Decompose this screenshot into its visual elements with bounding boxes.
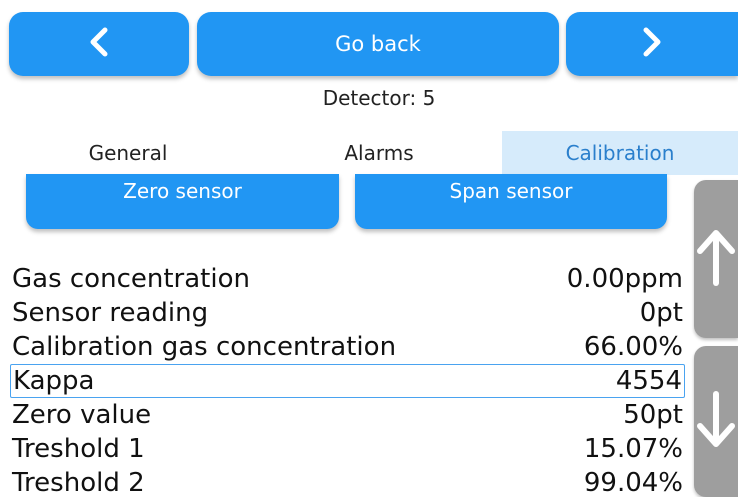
reading-kappa[interactable]: Kappa 4554	[10, 364, 685, 398]
reading-label: Treshold 1	[12, 434, 145, 464]
reading-label: Gas concentration	[12, 264, 250, 294]
next-detector-button[interactable]	[566, 12, 738, 76]
calibration-screen: Go back Detector: 5 General Alarms Calib…	[0, 0, 738, 497]
reading-value: 99.04%	[583, 468, 683, 497]
zero-sensor-label: Zero sensor	[123, 179, 242, 203]
reading-value: 4554	[615, 366, 682, 396]
tab-label: General	[88, 141, 168, 165]
tab-alarms[interactable]: Alarms	[256, 131, 502, 175]
span-sensor-button[interactable]: Span sensor	[355, 174, 667, 229]
reading-value: 0pt	[639, 298, 683, 328]
reading-sensor-reading[interactable]: Sensor reading 0pt	[10, 296, 685, 330]
reading-zero-value[interactable]: Zero value 50pt	[10, 398, 685, 432]
reading-label: Zero value	[12, 400, 152, 430]
reading-value: 66.00%	[583, 332, 683, 362]
tab-label: Alarms	[344, 141, 414, 165]
scroll-down-button[interactable]	[694, 346, 738, 497]
detector-label: Detector: 5	[322, 86, 436, 110]
tab-general[interactable]: General	[0, 131, 256, 175]
tab-label: Calibration	[565, 141, 675, 165]
reading-value: 50pt	[623, 400, 683, 430]
tab-calibration[interactable]: Calibration	[502, 131, 738, 175]
reading-label: Sensor reading	[12, 298, 209, 328]
arrow-down-icon	[696, 390, 736, 454]
arrow-up-icon	[696, 227, 736, 291]
reading-label: Calibration gas concentration	[12, 332, 397, 362]
chevron-left-icon	[88, 27, 110, 61]
reading-gas-concentration[interactable]: Gas concentration 0.00ppm	[10, 262, 685, 296]
reading-label: Kappa	[13, 366, 95, 396]
span-sensor-label: Span sensor	[449, 179, 573, 203]
go-back-button[interactable]: Go back	[197, 12, 559, 76]
reading-treshold-2[interactable]: Treshold 2 99.04%	[10, 466, 685, 497]
reading-value: 0.00ppm	[566, 264, 683, 294]
reading-treshold-1[interactable]: Treshold 1 15.07%	[10, 432, 685, 466]
reading-label: Treshold 2	[12, 468, 145, 497]
reading-calibration-gas-concentration[interactable]: Calibration gas concentration 66.00%	[10, 330, 685, 364]
zero-sensor-button[interactable]: Zero sensor	[26, 174, 339, 229]
reading-value: 15.07%	[583, 434, 683, 464]
go-back-label: Go back	[335, 32, 421, 56]
readings-list: Gas concentration 0.00ppm Sensor reading…	[10, 262, 685, 497]
scroll-up-button[interactable]	[694, 180, 738, 338]
previous-detector-button[interactable]	[9, 12, 189, 76]
chevron-right-icon	[641, 27, 663, 61]
